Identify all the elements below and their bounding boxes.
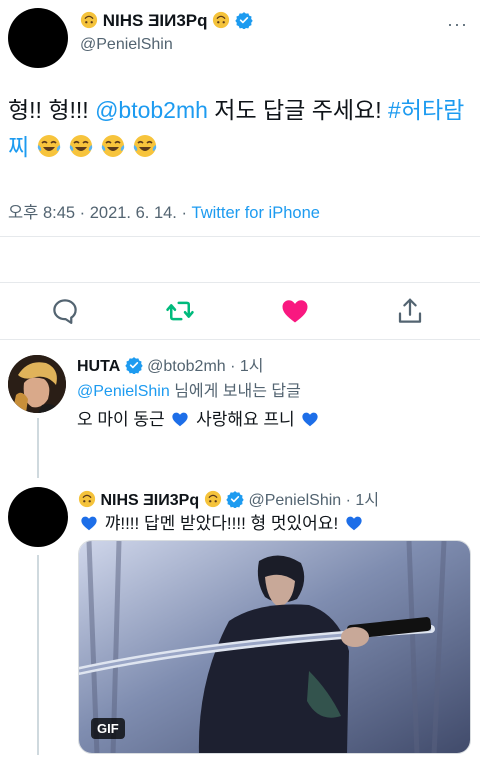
verified-badge-icon — [125, 357, 143, 374]
blue-heart-icon — [302, 412, 319, 427]
gif-badge: GIF — [91, 718, 125, 739]
upside-down-face-icon — [213, 11, 230, 29]
tweet-timestamp[interactable]: 오후 8:45 · 2021. 6. 14. · — [8, 204, 192, 222]
divider — [0, 339, 480, 340]
verified-badge-icon — [226, 491, 244, 508]
heart-icon[interactable] — [280, 296, 310, 326]
tweet-source-link[interactable]: Twitter for iPhone — [192, 204, 320, 222]
tweet-meta: 오후 8:45 · 2021. 6. 14. · Twitter for iPh… — [8, 199, 320, 223]
divider — [0, 282, 480, 283]
replying-to-mention[interactable]: @PenielShin — [77, 383, 170, 400]
reply-handle-time[interactable]: @btob2mh · 1시 — [147, 358, 263, 375]
author-name-row[interactable]: NIHS ƎIИ3Pq — [80, 11, 253, 31]
reply-text-part: 사랑해요 프니 — [191, 410, 300, 429]
verified-badge-icon — [235, 12, 253, 29]
tears-of-joy-emoji-icon — [37, 135, 60, 157]
blue-heart-icon — [172, 412, 189, 427]
blue-heart-icon — [81, 516, 97, 531]
thread-connector-line — [37, 555, 39, 755]
more-options-icon[interactable]: ··· — [447, 14, 468, 35]
upside-down-face-icon — [80, 11, 98, 29]
thread-connector-line — [37, 418, 39, 478]
share-icon[interactable] — [395, 296, 425, 326]
author-avatar[interactable] — [8, 8, 68, 68]
replying-to-suffix: 님에게 보내는 답글 — [169, 383, 301, 400]
upside-down-face-icon — [204, 490, 221, 508]
reply-handle-time[interactable]: @PenielShin · 1시 — [248, 492, 379, 509]
reply-header: HUTA @btob2mh · 1시 — [77, 352, 264, 376]
author-display-name: NIHS ƎIИ3Pq — [102, 11, 208, 30]
peniel-avatar[interactable] — [8, 487, 68, 547]
reply-author-name[interactable]: NIHS ƎIИ3Pq — [100, 492, 199, 509]
reply-author-name[interactable]: HUTA — [77, 358, 120, 375]
reply-header: NIHS ƎIИ3Pq @PenielShin · 1시 — [78, 486, 379, 510]
gif-media[interactable]: GIF — [78, 540, 471, 754]
upside-down-face-icon — [78, 490, 96, 508]
tears-of-joy-emoji-icon — [133, 135, 156, 157]
huta-avatar[interactable] — [8, 355, 66, 413]
divider — [0, 236, 480, 237]
avatar-photo — [8, 355, 66, 413]
replying-to: @PenielShin 님에게 보내는 답글 — [77, 377, 301, 401]
reply-text-part: 오 마이 동근 — [77, 410, 170, 429]
tweet-text: 형!! 형!!! @btob2mh 저도 답글 주세요! #허타람찌 — [8, 92, 472, 166]
tears-of-joy-emoji-icon — [101, 135, 124, 157]
reply-text: 오 마이 동근 사랑해요 프니 — [77, 405, 321, 430]
reply-text: 꺄!!!! 답멘 받았다!!!! 형 멋있어요! — [78, 509, 365, 534]
retweet-icon[interactable] — [165, 296, 195, 326]
reply-icon[interactable] — [50, 296, 80, 326]
gif-frame-image — [79, 541, 470, 753]
author-handle[interactable]: @PenielShin — [80, 36, 173, 54]
reply-text-part: 꺄!!!! 답멘 받았다!!!! 형 멋있어요! — [100, 514, 343, 533]
tweet-text-part: 형!! 형!!! — [8, 97, 96, 123]
blue-heart-icon — [346, 516, 362, 531]
tears-of-joy-emoji-icon — [69, 135, 92, 157]
tweet-text-part: 저도 답글 주세요! — [207, 97, 388, 123]
mention-link[interactable]: @btob2mh — [95, 97, 208, 123]
